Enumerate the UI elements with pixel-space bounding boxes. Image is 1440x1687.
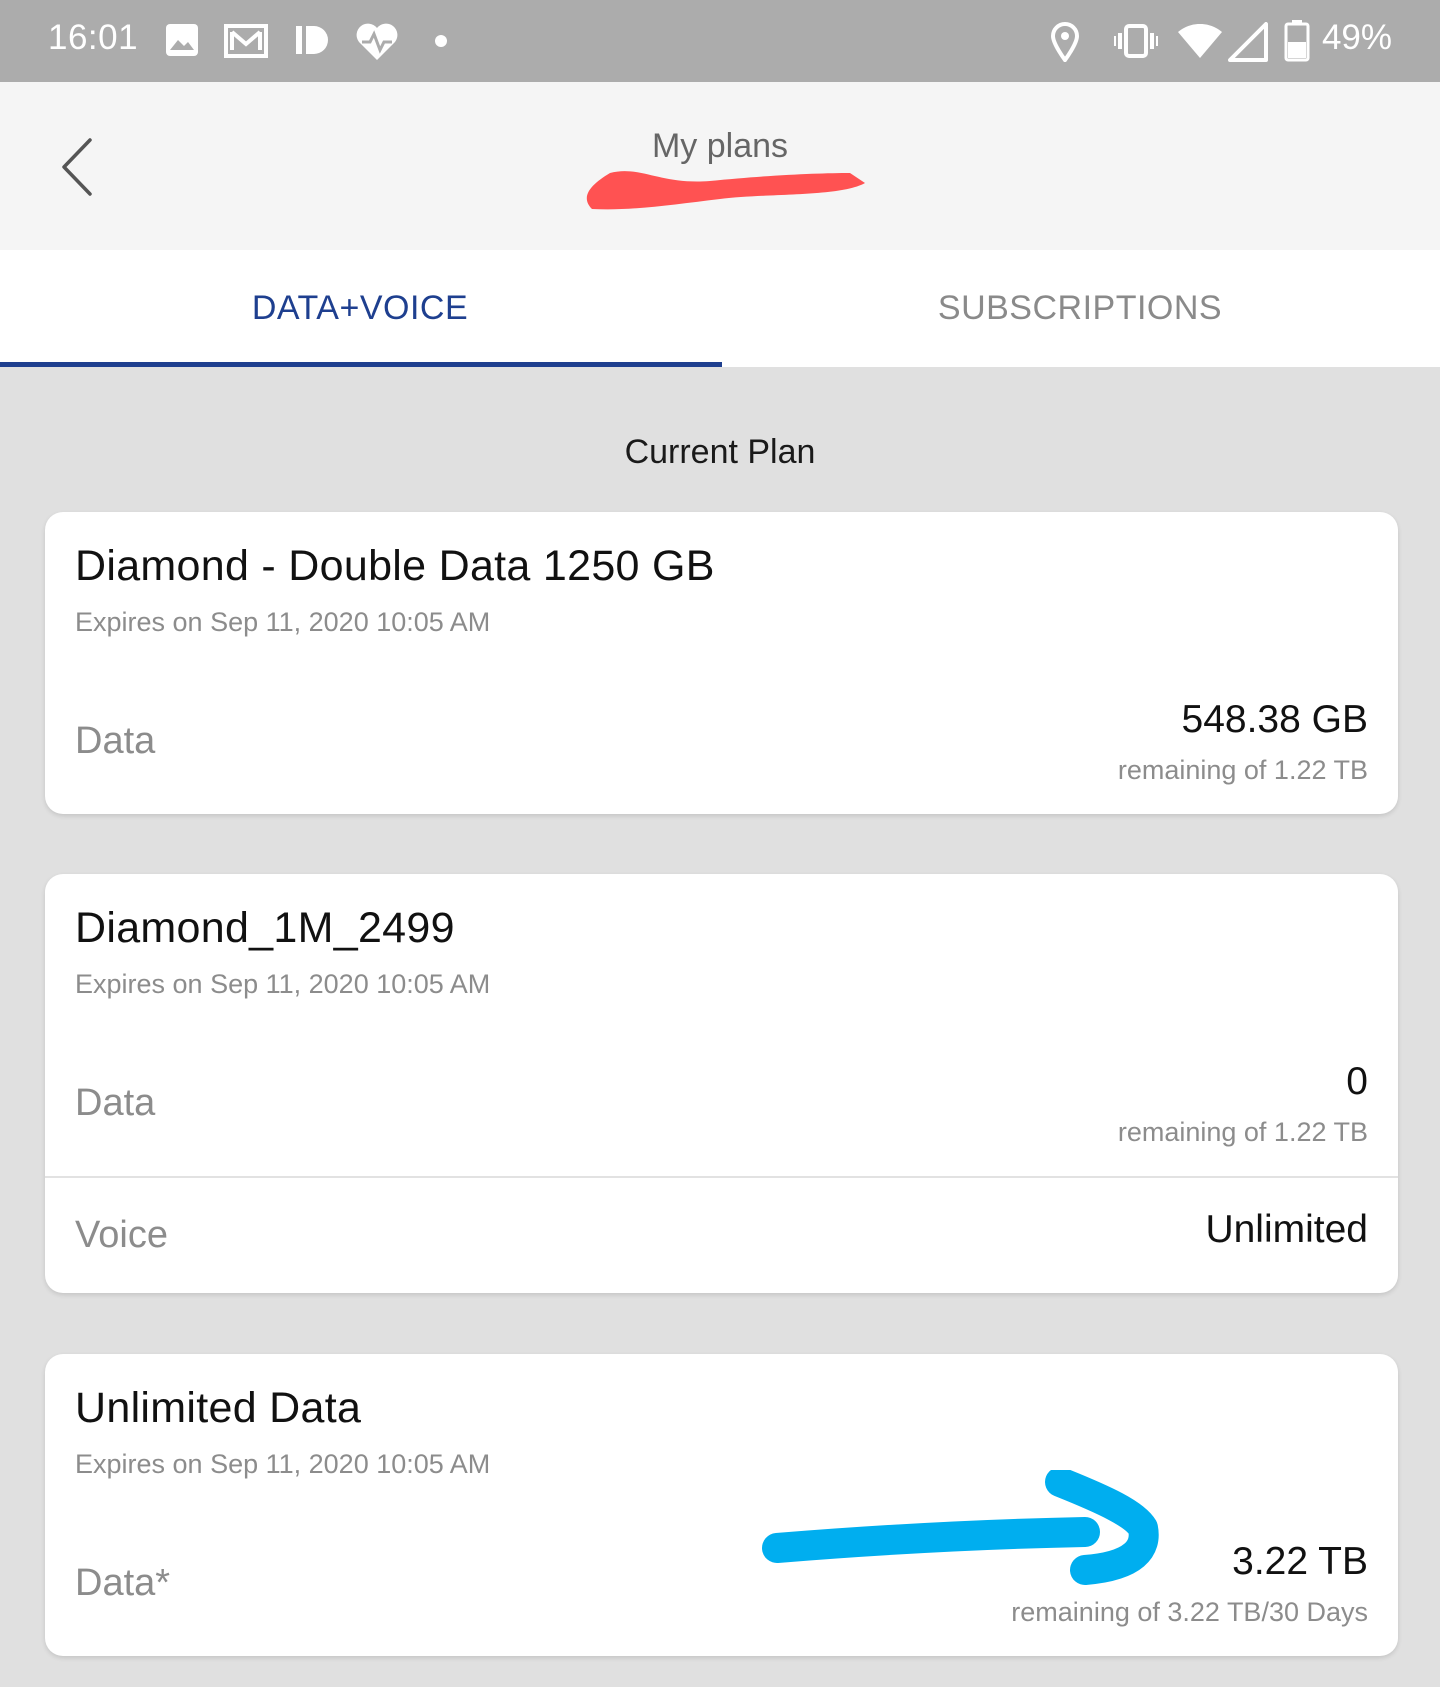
plan-name: Diamond - Double Data 1250 GB <box>75 542 715 590</box>
data-total: remaining of 3.22 TB/30 Days <box>1011 1597 1368 1627</box>
data-remaining: 0 <box>1346 1060 1368 1103</box>
id-icon <box>296 26 328 54</box>
tab-subscriptions[interactable]: SUBSCRIPTIONS <box>720 250 1440 367</box>
signal-icon <box>1228 22 1268 62</box>
plan-name: Unlimited Data <box>75 1384 362 1432</box>
app-bar: My plans <box>0 82 1440 250</box>
plan-card: Diamond - Double Data 1250 GB Expires on… <box>45 512 1398 814</box>
status-time: 16:01 <box>48 18 139 57</box>
redaction-scribble <box>586 171 865 210</box>
battery-percentage: 49% <box>1321 18 1392 57</box>
data-remaining: 3.22 TB <box>1232 1540 1368 1583</box>
plan-expiry: Expires on Sep 11, 2020 10:05 AM <box>75 969 491 999</box>
dot-icon <box>435 35 447 47</box>
data-total: remaining of 1.22 TB <box>1117 755 1368 785</box>
image-icon <box>166 24 198 56</box>
status-bar: 16:01 49% <box>0 0 1440 82</box>
location-icon <box>1050 22 1080 62</box>
plan-card: Diamond_1M_2499 Expires on Sep 11, 2020 … <box>45 874 1398 1293</box>
data-label: Data <box>75 1082 156 1124</box>
plan-name: Diamond_1M_2499 <box>75 904 455 952</box>
plan-expiry: Expires on Sep 11, 2020 10:05 AM <box>75 1449 491 1479</box>
tab-data-voice[interactable]: DATA+VOICE <box>0 250 720 367</box>
plan-card: Unlimited Data Expires on Sep 11, 2020 1… <box>45 1354 1398 1656</box>
voice-value: Unlimited <box>1205 1208 1368 1251</box>
plan-expiry: Expires on Sep 11, 2020 10:05 AM <box>75 607 491 637</box>
wifi-icon <box>1178 24 1222 58</box>
mail-icon <box>224 24 268 58</box>
data-total: remaining of 1.22 TB <box>1117 1117 1368 1147</box>
voice-label: Voice <box>75 1214 168 1256</box>
data-label: Data* <box>75 1562 171 1604</box>
tab-indicator <box>0 362 722 367</box>
vibrate-icon <box>1114 24 1158 58</box>
data-label: Data <box>75 720 156 762</box>
battery-icon <box>1284 20 1310 62</box>
row-divider <box>45 1176 1398 1178</box>
annotation-arrow <box>762 1470 1159 1585</box>
section-title: Current Plan <box>624 433 816 471</box>
health-icon <box>356 23 398 61</box>
data-remaining: 548.38 GB <box>1181 698 1368 741</box>
tab-bar: DATA+VOICE SUBSCRIPTIONS <box>0 250 1440 367</box>
